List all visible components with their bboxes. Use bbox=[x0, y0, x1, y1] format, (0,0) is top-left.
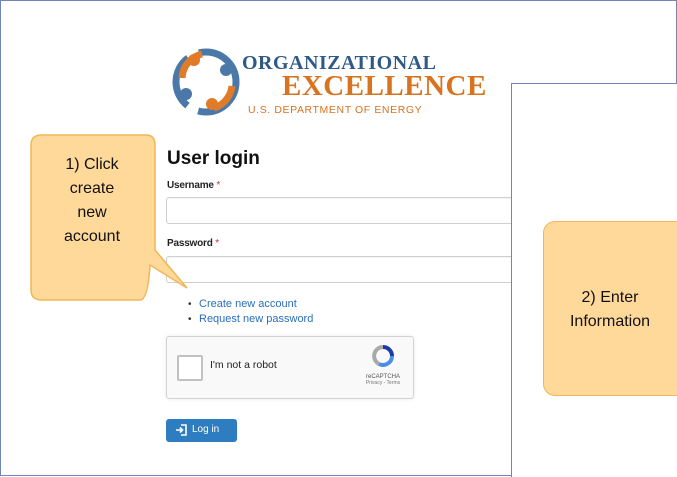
callout-step1-line: account bbox=[63, 228, 121, 245]
required-marker: * bbox=[216, 180, 221, 191]
callout-step1-line: new bbox=[77, 204, 107, 221]
callout-step1-line: 1) Click bbox=[65, 156, 119, 173]
callout-step2-text: 2) Enter Information bbox=[544, 286, 676, 334]
logo-title-line2: EXCELLENCE bbox=[282, 70, 487, 102]
logo-subtitle: U.S. DEPARTMENT OF ENERGY bbox=[248, 104, 423, 116]
account-links: Create new account Request new password bbox=[188, 297, 313, 327]
login-icon bbox=[176, 424, 187, 436]
password-input[interactable] bbox=[166, 256, 528, 283]
callout-step2-line: 2) Enter bbox=[581, 289, 639, 306]
recaptcha-footer[interactable]: Privacy - Terms bbox=[363, 380, 403, 386]
callout-step2: 2) Enter Information bbox=[543, 221, 677, 396]
username-input[interactable] bbox=[166, 197, 528, 224]
org-excellence-logo: ORGANIZATIONAL EXCELLENCE U.S. DEPARTMEN… bbox=[172, 42, 486, 122]
login-button-label: Log in bbox=[192, 424, 220, 435]
request-password-link[interactable]: Request new password bbox=[188, 312, 313, 327]
recaptcha-icon bbox=[372, 345, 394, 367]
login-button[interactable]: Log in bbox=[166, 419, 237, 442]
callout-step2-line: Information bbox=[569, 313, 651, 330]
create-account-link[interactable]: Create new account bbox=[188, 297, 313, 312]
callout-step1-line: create bbox=[69, 180, 115, 197]
required-marker: * bbox=[215, 238, 219, 249]
captcha-checkbox[interactable] bbox=[177, 355, 203, 381]
captcha-label: I'm not a robot bbox=[210, 359, 277, 371]
recaptcha-brand: reCAPTCHA Privacy - Terms bbox=[363, 345, 403, 386]
callout-step1-text: 1) Click create new account bbox=[30, 153, 154, 249]
recaptcha-widget: I'm not a robot reCAPTCHA Privacy - Term… bbox=[166, 336, 414, 399]
